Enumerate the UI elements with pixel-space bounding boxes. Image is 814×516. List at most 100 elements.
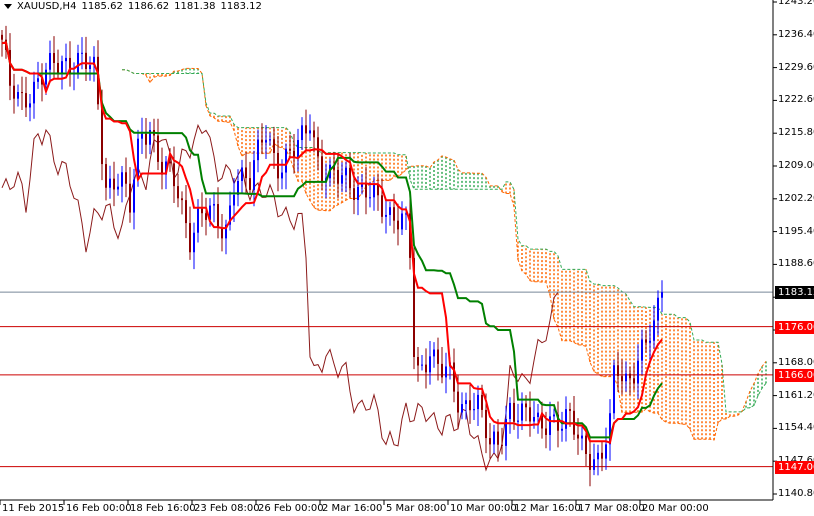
time-tick-label: 20 Mar 00:00 — [642, 503, 709, 514]
price-tick-label: 1195.40 — [778, 225, 814, 237]
time-tick-label: 12 Mar 16:00 — [514, 503, 581, 514]
time-tick-label: 18 Feb 16:00 — [130, 503, 196, 514]
candle-body — [301, 125, 303, 141]
candle-body — [337, 169, 339, 184]
candle-body — [581, 435, 583, 439]
candle-body — [33, 81, 35, 104]
candle-body — [1, 34, 3, 40]
price-tick-label: 1229.60 — [778, 61, 814, 73]
candle-body — [241, 167, 243, 182]
candle-body — [13, 85, 15, 99]
candle-body — [289, 149, 291, 151]
high-value: 1186.62 — [127, 1, 170, 12]
candle-body — [205, 213, 207, 220]
candle-body — [381, 195, 383, 217]
candle-body — [305, 125, 307, 134]
candle-body — [141, 133, 143, 139]
close-value: 1183.12 — [220, 1, 262, 12]
candle-body — [133, 179, 135, 213]
candle-body — [85, 52, 87, 70]
candle-body — [529, 407, 531, 422]
candle-body — [489, 438, 491, 445]
candle-body — [429, 356, 431, 373]
candle-body — [357, 186, 359, 200]
candle-body — [629, 373, 631, 379]
candle-body — [625, 373, 627, 382]
price-tick-label: 1154.40 — [778, 422, 814, 434]
low-value: 1181.38 — [174, 1, 216, 12]
candle-body — [517, 420, 519, 422]
candle-body — [561, 428, 563, 431]
candle-body — [457, 391, 459, 413]
candle-body — [521, 403, 523, 421]
candle-body — [109, 178, 111, 188]
candle-body — [253, 160, 255, 190]
candle-body — [545, 428, 547, 435]
candle-body — [657, 297, 659, 321]
candle-body — [285, 149, 287, 173]
candle-body — [377, 184, 379, 196]
candle-body — [125, 172, 127, 184]
price-tick-label: 1140.80 — [778, 488, 814, 499]
candle-body — [189, 223, 191, 253]
candle-body — [221, 227, 223, 239]
candle-body — [385, 214, 387, 217]
candle-body — [177, 186, 179, 199]
time-tick-label: 23 Feb 08:00 — [194, 503, 260, 514]
candle-body — [417, 356, 419, 366]
candle-body — [249, 178, 251, 190]
candle-body — [577, 434, 579, 439]
candle-body — [525, 403, 527, 408]
candle-body — [637, 360, 639, 384]
candle-body — [37, 78, 39, 82]
candle-body — [17, 92, 19, 99]
candle-body — [533, 416, 535, 422]
candle-body — [217, 204, 219, 228]
candle-body — [473, 409, 475, 411]
candle-body — [25, 93, 27, 108]
dropdown-triangle-icon[interactable] — [4, 3, 12, 9]
candle-body — [485, 409, 487, 439]
price-tick-label: 1202.20 — [778, 192, 814, 204]
candle-body — [117, 186, 119, 190]
candle-body — [653, 320, 655, 341]
candle-body — [345, 167, 347, 176]
candle-body — [49, 53, 51, 70]
candle-body — [661, 292, 663, 298]
price-tick-label: 1161.20 — [778, 389, 814, 401]
candle-body — [349, 167, 351, 189]
candle-body — [245, 167, 247, 179]
candle-body — [89, 65, 91, 70]
candle-body — [65, 57, 67, 62]
candle-body — [29, 103, 31, 108]
time-tick-label: 2 Mar 16:00 — [322, 503, 383, 514]
candle-body — [341, 175, 343, 184]
candle-body — [77, 52, 79, 74]
candle-body — [157, 135, 159, 162]
candle-body — [649, 340, 651, 343]
price-chart[interactable] — [0, 0, 814, 516]
candle-body — [201, 208, 203, 214]
candle-body — [441, 363, 443, 378]
candle-body — [565, 409, 567, 429]
candle-body — [261, 139, 263, 143]
chikou-span-line — [1, 123, 559, 472]
candle-body — [61, 61, 63, 73]
open-value: 1185.62 — [81, 1, 123, 12]
candle-body — [425, 364, 427, 373]
time-tick-label: 17 Mar 08:00 — [578, 503, 645, 514]
candle-body — [593, 459, 595, 470]
candle-body — [105, 164, 107, 188]
candle-body — [493, 431, 495, 445]
time-tick-label: 26 Feb 00:00 — [258, 503, 324, 514]
candle-body — [621, 376, 623, 382]
candle-body — [101, 104, 103, 165]
candle-body — [281, 172, 283, 179]
candle-body — [437, 349, 439, 364]
candle-body — [453, 362, 455, 392]
price-level-tag: 1166.00 — [775, 368, 814, 382]
candle-body — [397, 220, 399, 230]
candle-body — [645, 339, 647, 343]
candle-body — [197, 208, 199, 233]
candle-body — [617, 365, 619, 377]
